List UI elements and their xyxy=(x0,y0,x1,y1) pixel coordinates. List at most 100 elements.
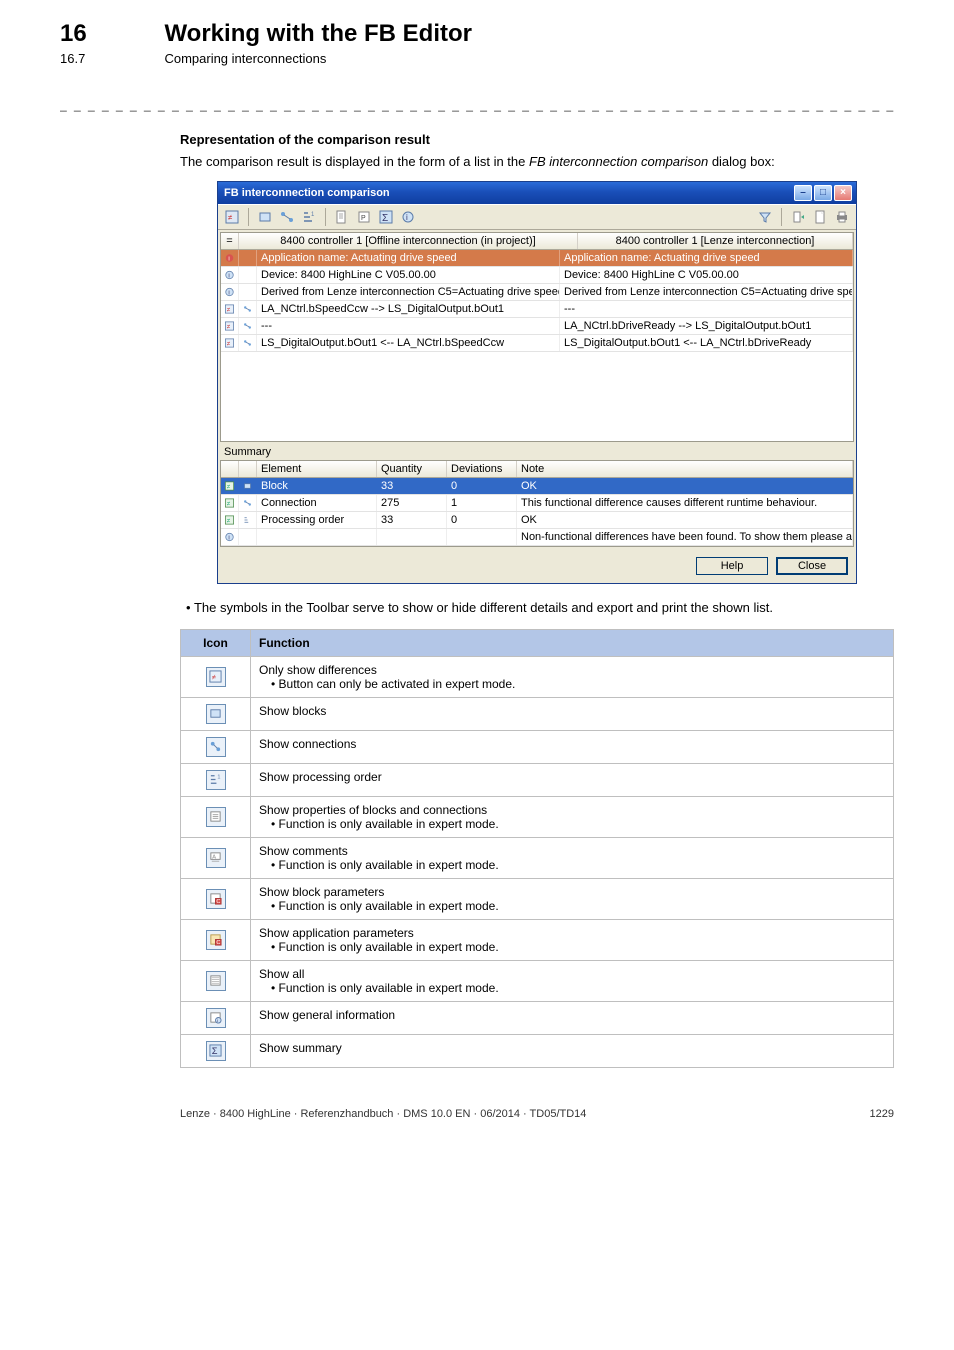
function-main: Show application parameters xyxy=(259,926,414,940)
show-summary-icon: Σ xyxy=(206,1041,226,1061)
divider: _ _ _ _ _ _ _ _ _ _ _ _ _ _ _ _ _ _ _ _ … xyxy=(60,98,894,112)
summary-icon-a: ≠ xyxy=(221,512,239,528)
row-type-icon xyxy=(239,301,257,317)
chapter-number: 16 xyxy=(60,20,160,48)
dialog-titlebar: FB interconnection comparison – □ × xyxy=(218,182,856,204)
summary-quantity xyxy=(377,529,447,545)
svg-text:i: i xyxy=(228,273,229,279)
diff-toggle-icon[interactable]: ≠ xyxy=(222,207,242,227)
summary-note: OK xyxy=(517,478,853,494)
export-icon[interactable] xyxy=(788,207,808,227)
list-row[interactable]: i Device: 8400 HighLine C V05.00.00Device… xyxy=(221,267,853,284)
row-status-icon: ≠ xyxy=(221,335,239,351)
close-dialog-button[interactable]: Close xyxy=(776,557,848,575)
icon-table-row: 1Show processing order xyxy=(181,763,894,796)
summary-label: Summary xyxy=(218,444,856,460)
section-number: 16.7 xyxy=(60,51,160,66)
function-cell: Show commentsFunction is only available … xyxy=(251,837,894,878)
function-sub: Function is only available in expert mod… xyxy=(259,899,885,913)
summary-element: Block xyxy=(257,478,377,494)
list-row[interactable]: ≠LS_DigitalOutput.bOut1 <-- LA_NCtrl.bSp… xyxy=(221,335,853,352)
icon-table-row: ΣShow summary xyxy=(181,1034,894,1067)
page-icon[interactable] xyxy=(332,207,352,227)
summary-icon-a: ≠ xyxy=(221,478,239,494)
row-type-icon xyxy=(239,267,257,283)
new-page-icon[interactable] xyxy=(810,207,830,227)
summary-quantity: 33 xyxy=(377,512,447,528)
svg-text:A: A xyxy=(212,855,216,861)
print-icon[interactable] xyxy=(832,207,852,227)
row-type-icon xyxy=(239,335,257,351)
filter-icon[interactable] xyxy=(755,207,775,227)
close-button[interactable]: × xyxy=(834,185,852,201)
summary-icon-b xyxy=(239,512,257,528)
row-status-icon: i xyxy=(221,284,239,300)
function-cell: Show allFunction is only available in ex… xyxy=(251,960,894,1001)
list-row[interactable]: ≠LA_NCtrl.bSpeedCcw --> LS_DigitalOutput… xyxy=(221,301,853,318)
svg-text:≠: ≠ xyxy=(228,213,233,222)
summary-deviations xyxy=(447,529,517,545)
summary-row[interactable]: ≠Processing order330OK xyxy=(221,512,853,529)
blocks-icon[interactable] xyxy=(255,207,275,227)
svg-text:1: 1 xyxy=(217,775,220,781)
summary-icon[interactable]: Σ xyxy=(376,207,396,227)
row-type-icon xyxy=(239,284,257,300)
list-row[interactable]: i Derived from Lenze interconnection C5=A… xyxy=(221,284,853,301)
row-left-value: LA_NCtrl.bSpeedCcw --> LS_DigitalOutput.… xyxy=(257,301,560,317)
summary-row[interactable]: ≠Connection2751This functional differenc… xyxy=(221,495,853,512)
summary-element: Connection xyxy=(257,495,377,511)
icon-table-row: CShow block parametersFunction is only a… xyxy=(181,878,894,919)
svg-text:i: i xyxy=(228,290,229,296)
summary-quantity: 33 xyxy=(377,478,447,494)
row-left-value: Device: 8400 HighLine C V05.00.00 xyxy=(257,267,560,283)
function-main: Show connections xyxy=(259,737,356,751)
summary-deviations: 0 xyxy=(447,512,517,528)
footer-left: Lenze · 8400 HighLine · Referenzhandbuch… xyxy=(180,1108,586,1120)
icon-table-row: Show connections xyxy=(181,730,894,763)
svg-text:1: 1 xyxy=(311,212,315,218)
section-title: Comparing interconnections xyxy=(164,51,326,66)
maximize-button[interactable]: □ xyxy=(814,185,832,201)
function-sub: Function is only available in expert mod… xyxy=(259,817,885,831)
row-left-value: Derived from Lenze interconnection C5=Ac… xyxy=(257,284,560,300)
info-icon[interactable]: i xyxy=(398,207,418,227)
summary-row[interactable]: iNon-functional differences have been fo… xyxy=(221,529,853,546)
show-all-icon xyxy=(206,971,226,991)
order-icon[interactable]: 1 xyxy=(299,207,319,227)
chapter-header: 16 Working with the FB Editor xyxy=(60,20,894,48)
list-row[interactable]: ≠---LA_NCtrl.bDriveReady --> LS_DigitalO… xyxy=(221,318,853,335)
summary-deviations: 1 xyxy=(447,495,517,511)
row-status-icon: i xyxy=(221,250,239,266)
function-main: Show properties of blocks and connection… xyxy=(259,803,487,817)
row-status-icon: i xyxy=(221,267,239,283)
param-icon[interactable]: P xyxy=(354,207,374,227)
row-right-value: Device: 8400 HighLine C V05.00.00 xyxy=(560,267,853,283)
icon-function-table: Icon Function ≠Only show differencesButt… xyxy=(180,629,894,1068)
function-sub: Button can only be activated in expert m… xyxy=(259,677,885,691)
svg-text:i: i xyxy=(406,213,408,222)
svg-text:P: P xyxy=(361,215,366,222)
th-function: Function xyxy=(251,629,894,656)
function-main: Show all xyxy=(259,967,304,981)
icon-table-row: Show blocks xyxy=(181,697,894,730)
footer-page-number: 1229 xyxy=(870,1108,894,1120)
icon-table-row: Show allFunction is only available in ex… xyxy=(181,960,894,1001)
list-row[interactable]: iApplication name: Actuating drive speed… xyxy=(221,250,853,267)
function-main: Show general information xyxy=(259,1008,395,1022)
function-main: Show block parameters xyxy=(259,885,384,899)
summary-element: Processing order xyxy=(257,512,377,528)
help-button[interactable]: Help xyxy=(696,557,768,575)
minimize-button[interactable]: – xyxy=(794,185,812,201)
intro-text: The comparison result is displayed in th… xyxy=(180,153,894,171)
comparison-list: = 8400 controller 1 [Offline interconnec… xyxy=(220,232,854,442)
icon-table-row: Show properties of blocks and connection… xyxy=(181,796,894,837)
svg-text:C: C xyxy=(216,940,220,946)
summary-row[interactable]: ≠Block330OK xyxy=(221,478,853,495)
icon-table-row: iShow general information xyxy=(181,1001,894,1034)
show-connections-icon xyxy=(206,737,226,757)
connections-icon[interactable] xyxy=(277,207,297,227)
section-header: 16.7 Comparing interconnections xyxy=(60,50,894,68)
dialog-title: FB interconnection comparison xyxy=(224,187,390,199)
svg-text:Σ: Σ xyxy=(212,1046,218,1056)
svg-text:i: i xyxy=(228,256,229,262)
